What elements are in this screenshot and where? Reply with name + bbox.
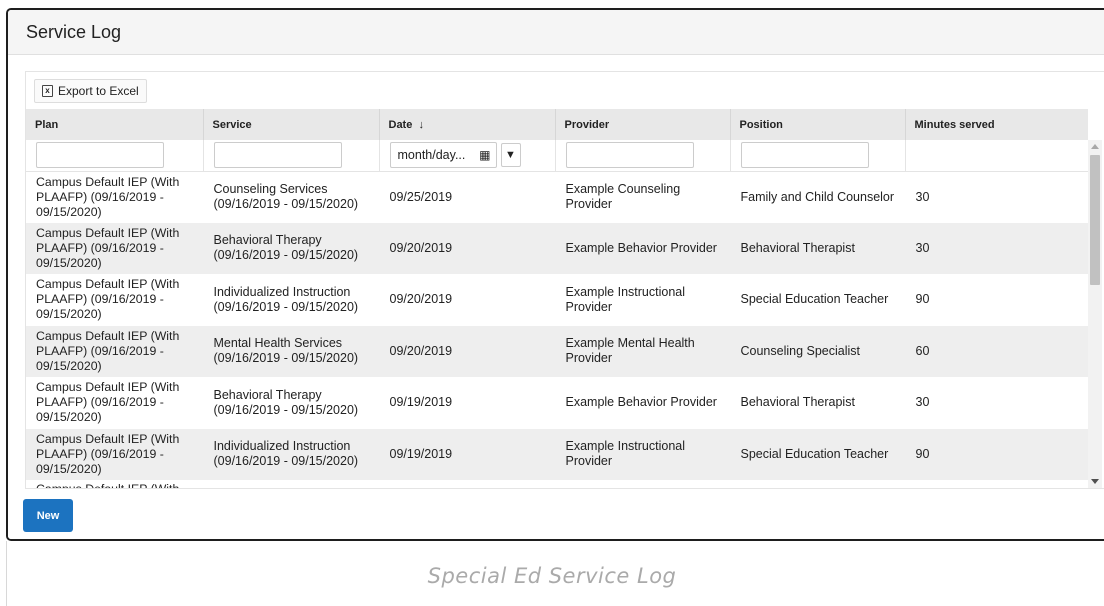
table-row[interactable]: Campus Default IEP (With PLAAFP) (09/16/… [26, 377, 1088, 429]
grid-header-row: Plan Service Date ↓ Provider Position Mi… [26, 109, 1088, 140]
provider-cell [555, 480, 730, 488]
table-row[interactable]: Campus Default IEP (With PLAAFP) (09/16/… [26, 428, 1088, 480]
plan-cell: Campus Default IEP (With PLAAFP) (09/16/… [36, 380, 180, 425]
excel-icon: x [42, 84, 53, 97]
page-title: Service Log [26, 21, 122, 42]
title-bar: Service Log [8, 10, 1104, 55]
position-cell: Behavioral Therapist [740, 395, 855, 410]
minutes-cell: 30 [915, 240, 930, 255]
table-row[interactable]: Campus Default IEP (With [26, 480, 1088, 488]
service-log-window: Service Log x Export to Excel Plan Servi… [6, 8, 1104, 541]
minutes-cell: 90 [915, 292, 930, 307]
plan-cell: Campus Default IEP (With [26, 480, 203, 488]
minutes-cell: 60 [915, 343, 930, 358]
date-cell: 09/19/2019 [389, 446, 453, 461]
column-header-position[interactable]: Position [730, 109, 906, 140]
action-bar: New [8, 490, 1104, 539]
minutes-cell: 90 [915, 446, 930, 461]
service-cell: Behavioral Therapy (09/16/2019 - 09/15/2… [213, 387, 359, 417]
service-log-grid: Plan Service Date ↓ Provider Position Mi… [26, 109, 1088, 488]
date-filter-button[interactable]: ▼ [500, 143, 521, 168]
grid-panel: x Export to Excel Plan Service Date ↓ Pr… [25, 71, 1104, 489]
scroll-thumb[interactable] [1090, 155, 1100, 285]
column-header-plan[interactable]: Plan [26, 109, 204, 140]
position-cell: Special Education Teacher [740, 446, 889, 461]
provider-filter-input[interactable] [565, 142, 694, 169]
date-cell [379, 480, 555, 488]
service-cell [203, 480, 379, 488]
position-cell: Family and Child Counselor [740, 189, 895, 204]
provider-cell: Example Instructional Provider [565, 439, 686, 469]
plan-cell: Campus Default IEP (With PLAAFP) (09/16/… [36, 225, 180, 270]
plan-filter-input[interactable] [36, 142, 164, 169]
plan-cell: Campus Default IEP (With PLAAFP) (09/16/… [36, 431, 180, 476]
grid-filter-row: month/day... ▦ ▼ [26, 140, 1088, 172]
calendar-icon[interactable]: ▦ [479, 148, 490, 162]
plan-cell: Campus Default IEP (With PLAAFP) (09/16/… [36, 174, 180, 219]
minutes-cell: 30 [915, 189, 930, 204]
plan-cell: Campus Default IEP (With PLAAFP) (09/16/… [36, 277, 180, 322]
service-cell: Behavioral Therapy (09/16/2019 - 09/15/2… [213, 233, 359, 263]
service-cell: Counseling Services (09/16/2019 - 09/15/… [213, 182, 359, 211]
grid-toolbar: x Export to Excel [26, 72, 1104, 109]
sort-desc-icon: ↓ [418, 118, 424, 131]
provider-cell: Example Behavior Provider [565, 395, 717, 410]
table-row[interactable]: Campus Default IEP (With PLAAFP) (09/16/… [26, 325, 1088, 377]
service-cell: Individualized Instruction (09/16/2019 -… [213, 439, 359, 469]
service-cell: Mental Health Services (09/16/2019 - 09/… [213, 336, 359, 366]
date-filter-input[interactable]: month/day... ▦ [389, 142, 497, 169]
column-header-minutes-served[interactable]: Minutes served [905, 109, 1088, 140]
scroll-down-arrow-icon[interactable] [1091, 479, 1099, 484]
position-cell: Behavioral Therapist [740, 240, 855, 255]
funnel-icon: ▼ [505, 149, 516, 162]
table-row[interactable]: Campus Default IEP (With PLAAFP) (09/16/… [26, 171, 1088, 223]
table-row[interactable]: Campus Default IEP (With PLAAFP) (09/16/… [26, 222, 1088, 274]
service-filter-input[interactable] [213, 142, 342, 169]
position-cell [730, 480, 905, 488]
service-cell: Individualized Instruction (09/16/2019 -… [213, 284, 359, 314]
column-header-service[interactable]: Service [203, 109, 380, 140]
column-header-date[interactable]: Date ↓ [379, 109, 556, 140]
position-cell: Special Education Teacher [740, 292, 889, 307]
export-label: Export to Excel [58, 83, 139, 98]
provider-cell: Example Instructional Provider [565, 284, 686, 314]
provider-cell: Example Mental Health Provider [565, 336, 695, 366]
date-cell: 09/20/2019 [389, 343, 453, 358]
table-row[interactable]: Campus Default IEP (With PLAAFP) (09/16/… [26, 274, 1088, 326]
date-cell: 09/19/2019 [389, 395, 453, 410]
minutes-cell [905, 480, 1088, 488]
date-filter-placeholder: month/day... [397, 148, 466, 163]
export-to-excel-button[interactable]: x Export to Excel [34, 78, 147, 103]
figure-caption: Special Ed Service Log [427, 564, 677, 588]
plan-cell: Campus Default IEP (With PLAAFP) (09/16/… [36, 328, 180, 373]
minutes-cell: 30 [915, 395, 930, 410]
provider-cell: Example Behavior Provider [565, 240, 717, 255]
provider-cell: Example Counseling Provider [565, 182, 681, 211]
date-cell: 09/20/2019 [389, 240, 453, 255]
date-cell: 09/20/2019 [389, 292, 453, 307]
grid-scrollbar[interactable] [1088, 140, 1102, 488]
new-button[interactable]: New [23, 499, 73, 532]
scroll-up-arrow-icon[interactable] [1091, 144, 1099, 149]
position-filter-input[interactable] [740, 142, 869, 169]
column-header-provider[interactable]: Provider [555, 109, 731, 140]
date-cell: 09/25/2019 [389, 189, 453, 204]
position-cell: Counseling Specialist [740, 343, 861, 358]
